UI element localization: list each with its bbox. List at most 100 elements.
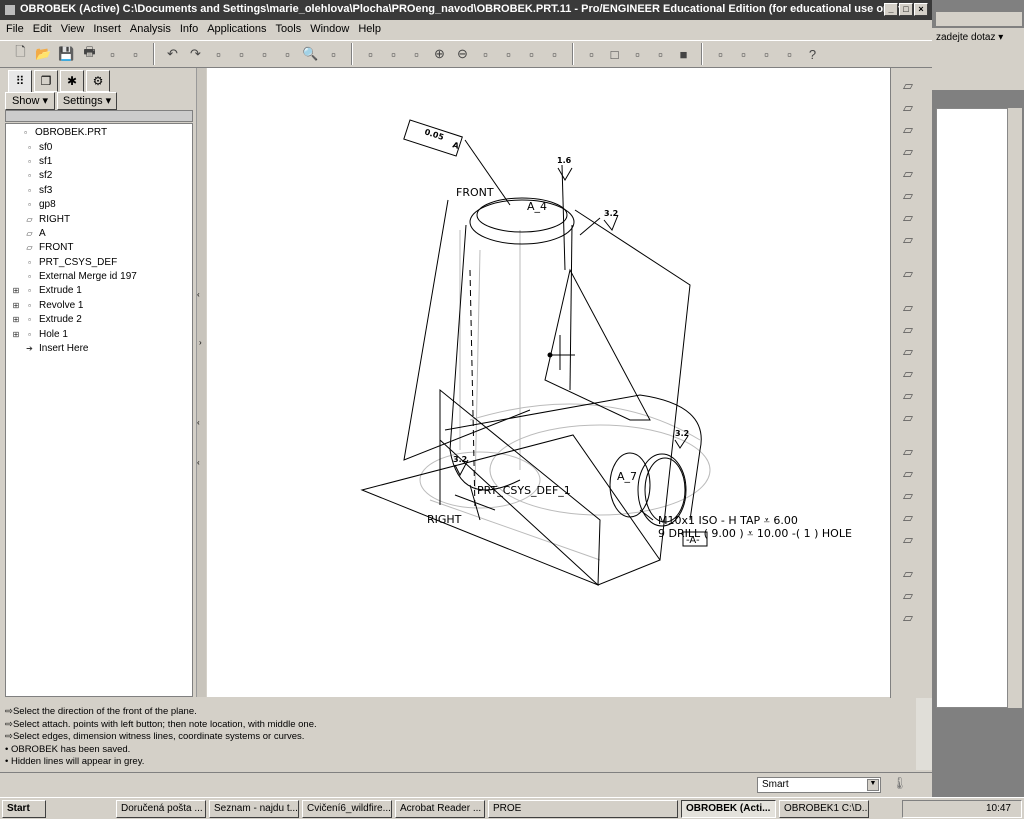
spin-center-icon[interactable]: ▫ xyxy=(383,44,404,65)
navigator-tab[interactable]: ⠿ xyxy=(8,70,32,94)
menu-info[interactable]: Info xyxy=(180,23,198,39)
save-icon[interactable]: 💾 xyxy=(56,44,77,65)
mirror-icon[interactable]: ▱ xyxy=(897,566,919,586)
taskbar-button[interactable]: Seznam - najdu t... xyxy=(209,799,299,818)
expand-right-icon[interactable]: › xyxy=(199,338,202,347)
datum-axis-icon[interactable]: ▱ xyxy=(897,122,919,142)
tree-item[interactable]: ▱ A xyxy=(6,227,192,241)
saved-views-icon[interactable]: ▫ xyxy=(521,44,542,65)
scrollbar[interactable] xyxy=(1008,108,1022,708)
tree-item[interactable]: ▫ sf1 xyxy=(6,155,192,169)
datum-curve-icon[interactable]: ▱ xyxy=(897,144,919,164)
tree-item[interactable]: ➔ Insert Here xyxy=(6,342,192,356)
paste-icon[interactable]: ▫ xyxy=(231,44,252,65)
wireframe-icon[interactable]: □ xyxy=(604,44,625,65)
refit-icon[interactable]: ▫ xyxy=(475,44,496,65)
blend-icon[interactable]: ▱ xyxy=(897,510,919,530)
new-icon[interactable]: 🗋 xyxy=(10,44,31,65)
analysis-icon[interactable]: ▱ xyxy=(897,210,919,230)
search-box[interactable]: zadejte dotaz ▾ xyxy=(932,28,1024,90)
datum-planes-icon[interactable]: ▫ xyxy=(710,44,731,65)
menu-edit[interactable]: Edit xyxy=(33,23,52,39)
navigator-tab[interactable]: ⚙ xyxy=(86,70,110,92)
menu-window[interactable]: Window xyxy=(310,23,349,39)
sweep-icon[interactable]: ▱ xyxy=(897,488,919,508)
navigator-tab[interactable]: ❐ xyxy=(34,70,58,92)
tree-item[interactable]: ⊞ ▫ Extrude 1 xyxy=(6,284,192,298)
open-icon[interactable]: 📂 xyxy=(33,44,54,65)
start-button[interactable]: Start xyxy=(2,799,46,818)
menu-file[interactable]: File xyxy=(6,23,24,39)
chamfer-icon[interactable]: ▱ xyxy=(897,410,919,430)
sketch-datum-icon[interactable]: ▱ xyxy=(897,78,919,98)
redo-icon[interactable]: ↷ xyxy=(185,44,206,65)
layers-icon[interactable]: ▫ xyxy=(544,44,565,65)
show-menu-button[interactable]: Show ▾ xyxy=(5,92,55,110)
hidden-line-icon[interactable]: ▫ xyxy=(627,44,648,65)
expand-icon[interactable]: ⊞ xyxy=(12,328,20,342)
zoom-in-icon[interactable]: ⊕ xyxy=(429,44,450,65)
collapse-left-icon[interactable]: ‹ xyxy=(197,458,200,467)
minimize-button[interactable]: _ xyxy=(884,3,898,16)
undo-icon[interactable]: ↶ xyxy=(162,44,183,65)
shell-icon[interactable]: ▱ xyxy=(897,322,919,342)
panel-splitter[interactable]: ‹ › ‹ ‹ xyxy=(196,68,206,697)
taskbar-button[interactable]: OBROBEK (Acti... xyxy=(681,799,776,818)
sketch-icon[interactable]: ▱ xyxy=(897,232,919,252)
tree-item[interactable]: ▱ FRONT xyxy=(6,241,192,255)
draft-icon[interactable]: ▱ xyxy=(897,366,919,386)
datum-points-icon[interactable]: ▫ xyxy=(756,44,777,65)
pattern-icon[interactable]: ▱ xyxy=(897,610,919,630)
orient-icon[interactable]: ▫ xyxy=(406,44,427,65)
quick-launch[interactable] xyxy=(49,800,113,818)
selection-filter[interactable]: Smart ▼ xyxy=(757,777,881,793)
expand-icon[interactable]: ⊞ xyxy=(12,299,20,313)
datum-point-icon[interactable]: ▱ xyxy=(897,166,919,186)
taskbar-button[interactable]: OBROBEK1 C:\D... xyxy=(779,799,869,818)
tree-item[interactable]: ⊞ ▫ Extrude 2 xyxy=(6,313,192,327)
extrude-icon[interactable]: ▱ xyxy=(897,444,919,464)
model-display-icon[interactable]: ▫ xyxy=(581,44,602,65)
chevron-down-icon[interactable]: ▼ xyxy=(867,779,879,791)
find-icon[interactable]: 🔍 xyxy=(300,44,321,65)
rib-icon[interactable]: ▱ xyxy=(897,344,919,364)
collapse-left-icon[interactable]: ‹ xyxy=(197,290,200,299)
expand-icon[interactable]: ⊞ xyxy=(12,284,20,298)
maximize-button[interactable]: □ xyxy=(899,3,913,16)
menu-tools[interactable]: Tools xyxy=(276,23,302,39)
reorient-icon[interactable]: ▫ xyxy=(498,44,519,65)
revolve-icon[interactable]: ▱ xyxy=(897,466,919,486)
tree-item[interactable]: ▫ sf0 xyxy=(6,140,192,154)
repaint-icon[interactable]: ▫ xyxy=(360,44,381,65)
navigator-tab[interactable]: ✱ xyxy=(60,70,84,92)
merge-icon[interactable]: ▱ xyxy=(897,588,919,608)
menu-help[interactable]: Help xyxy=(358,23,381,39)
csys-icon[interactable]: ▱ xyxy=(897,188,919,208)
selection-box-icon[interactable]: ▫ xyxy=(323,44,344,65)
tree-item[interactable]: ▫ OBROBEK.PRT xyxy=(6,126,192,140)
regenerate-icon[interactable]: ▫ xyxy=(277,44,298,65)
tree-item[interactable]: ▱ RIGHT xyxy=(6,212,192,226)
paste-special-icon[interactable]: ▫ xyxy=(254,44,275,65)
round-icon[interactable]: ▱ xyxy=(897,388,919,408)
annotation-icon[interactable]: ▱ xyxy=(897,266,919,286)
tree-item[interactable]: ▫ External Merge id 197 xyxy=(6,270,192,284)
taskbar-button[interactable]: PROE xyxy=(488,799,678,818)
tree-item[interactable]: ▫ sf2 xyxy=(6,169,192,183)
hole-icon[interactable]: ▱ xyxy=(897,300,919,320)
model-tree[interactable]: ▫ OBROBEK.PRT ▫ sf0 ▫ sf1 ▫ sf2 ▫ sf3 ▫ gp8 ▱ RIGHT ▱ A… xyxy=(5,123,193,697)
copy-icon[interactable]: ▫ xyxy=(208,44,229,65)
tree-item[interactable]: ⊞ ▫ Revolve 1 xyxy=(6,299,192,313)
tree-item[interactable]: ▫ PRT_CSYS_DEF xyxy=(6,256,192,270)
tree-item[interactable]: ⊞ ▫ Hole 1 xyxy=(6,327,192,341)
menu-applications[interactable]: Applications xyxy=(207,23,266,39)
email-icon[interactable]: ▫ xyxy=(125,44,146,65)
shading-icon[interactable]: ■ xyxy=(673,44,694,65)
collapse-left-icon[interactable]: ‹ xyxy=(197,418,200,427)
boundary-icon[interactable]: ▱ xyxy=(897,532,919,552)
settings-menu-button[interactable]: Settings ▾ xyxy=(57,92,117,110)
zoom-out-icon[interactable]: ⊖ xyxy=(452,44,473,65)
taskbar-button[interactable]: Doručená pošta ... xyxy=(116,799,206,818)
menu-analysis[interactable]: Analysis xyxy=(130,23,171,39)
expand-icon[interactable]: ⊞ xyxy=(12,313,20,327)
